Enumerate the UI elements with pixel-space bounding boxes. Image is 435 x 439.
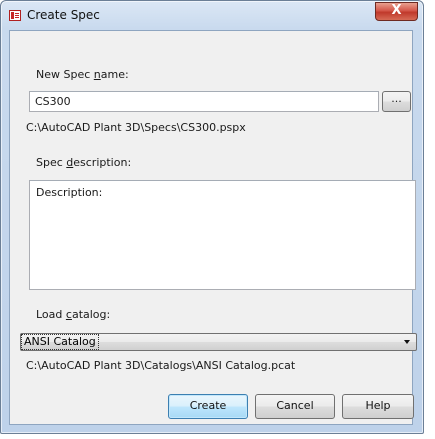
spec-description-label-text-end: escription: xyxy=(73,156,132,169)
browse-button[interactable]: ... xyxy=(382,91,411,112)
load-catalog-label-text-end: atalog: xyxy=(71,308,111,321)
spec-file-path: C:\AutoCAD Plant 3D\Specs\CS300.pspx xyxy=(26,121,246,134)
spec-description-value: Description: xyxy=(36,186,103,199)
spec-name-value: CS300 xyxy=(35,95,71,108)
window-title: Create Spec xyxy=(27,8,100,22)
cancel-button[interactable]: Cancel xyxy=(255,394,335,419)
spec-app-icon xyxy=(9,10,21,21)
catalog-file-path: C:\AutoCAD Plant 3D\Catalogs\ANSI Catalo… xyxy=(26,359,296,372)
close-icon: X xyxy=(391,3,402,18)
help-button[interactable]: Help xyxy=(342,394,414,419)
spec-description-label-text: Spec xyxy=(36,156,67,169)
spec-name-label: New Spec name: xyxy=(36,68,129,81)
load-catalog-label-text: Load xyxy=(36,308,66,321)
catalog-dropdown[interactable]: ANSI Catalog xyxy=(20,333,417,351)
catalog-selected-value: ANSI Catalog xyxy=(21,334,99,350)
spec-description-textarea[interactable]: Description: xyxy=(29,180,416,290)
spec-name-label-text-end: ame: xyxy=(100,68,129,81)
title-bar[interactable]: Create Spec X xyxy=(1,1,423,31)
load-catalog-label: Load catalog: xyxy=(36,308,110,321)
close-button[interactable]: X xyxy=(375,2,418,21)
spec-description-label: Spec description: xyxy=(36,156,131,169)
spec-name-label-accel: n xyxy=(93,68,101,81)
create-button[interactable]: Create xyxy=(168,394,248,419)
chevron-down-icon[interactable] xyxy=(404,340,410,344)
spec-name-input[interactable]: CS300 xyxy=(29,91,379,112)
spec-name-label-text: New Spec xyxy=(36,68,94,81)
